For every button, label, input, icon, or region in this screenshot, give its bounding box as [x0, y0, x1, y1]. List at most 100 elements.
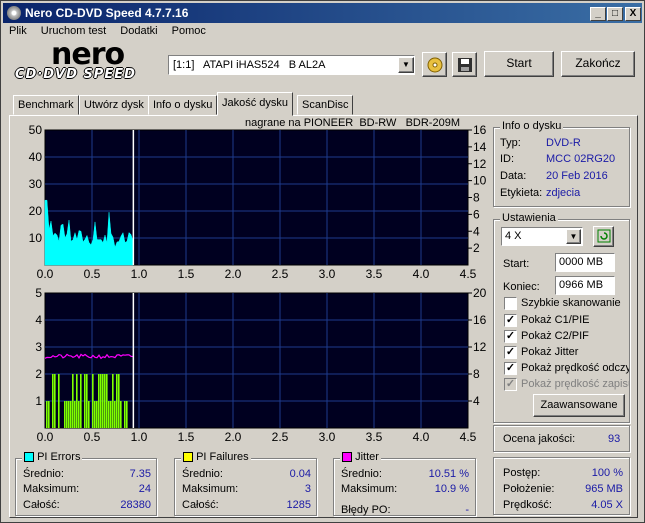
pi-errors-chart: 0.0 0.5 1.0 1.5 2.0 2.5 3.0 3.5 4.0 4.5 10 20 30 40 50…: [29, 123, 487, 281]
title-bar: Nero CD-DVD Speed 4.7.7.16 _ □ X: [3, 3, 642, 23]
tab-benchmark[interactable]: Benchmark: [13, 95, 79, 115]
menu-pomoc[interactable]: Pomoc: [166, 23, 211, 37]
menu-plik[interactable]: Plik: [3, 23, 32, 37]
x-tick-label: 4.5: [460, 267, 477, 281]
chevron-down-icon[interactable]: ▼: [566, 229, 581, 244]
pi-failure-bar: [116, 374, 118, 428]
start-mb-field[interactable]: 0000 MB: [555, 253, 615, 272]
drive-select[interactable]: [1:1] ATAPI iHAS524 B AL2A ▼: [168, 55, 415, 75]
menu-dodatki[interactable]: Dodatki: [114, 23, 162, 37]
x-tick-label: 1.5: [178, 430, 195, 444]
pi-failure-bar: [74, 401, 76, 428]
advanced-button[interactable]: Zaawansowane: [533, 394, 625, 417]
pi-failure-bar: [80, 374, 82, 428]
y-right-tick-label: 4: [473, 224, 480, 238]
progress-label: Postęp:: [503, 467, 541, 479]
y-right-tick-label: 8: [473, 367, 480, 381]
y-left-tick-label: 4: [35, 313, 42, 327]
menu-uruchom-test[interactable]: Uruchom test: [35, 23, 111, 37]
start-mb-label: Start:: [503, 258, 530, 270]
checkbox-label-4: Pokaż prędkość odczytu: [521, 362, 629, 374]
pi-failures-color: [183, 452, 193, 463]
y-right-tick-label: 20: [473, 286, 487, 300]
disc-id-value: MCC 02RG20: [546, 153, 616, 165]
start-button[interactable]: Start: [484, 51, 554, 77]
pi-failure-bar: [70, 401, 72, 428]
tab-jakosc-dysku[interactable]: Jakość dysku: [217, 92, 294, 116]
pi-failure-bar: [94, 401, 96, 428]
checkbox-label-3: Pokaż Jitter: [521, 346, 579, 358]
eject-button[interactable]: [422, 52, 447, 77]
refresh-button[interactable]: [593, 226, 614, 247]
pi-failure-bar: [72, 374, 74, 428]
disc-info-title: Info o dysku: [500, 120, 564, 132]
checkbox-3[interactable]: ✓: [504, 346, 517, 359]
disc-eject-icon: [427, 57, 442, 73]
pi-failure-bar: [58, 374, 60, 428]
pi-errors-total-value: 28380: [120, 499, 151, 511]
chevron-down-icon[interactable]: ▼: [398, 57, 414, 73]
pi-failures-total-label: Całość:: [182, 499, 219, 511]
y-left-tick-label: 5: [35, 286, 42, 300]
pi-failures-total-value: 1285: [286, 499, 311, 511]
pi-failure-bar: [88, 401, 90, 428]
jitter-avg-value: 10.51 %: [428, 468, 469, 480]
x-tick-label: 3.5: [366, 267, 383, 281]
y-left-tick-label: 2: [35, 367, 42, 381]
x-tick-label: 1.0: [131, 267, 148, 281]
disc-label-label: Etykieta:: [500, 187, 543, 199]
speed-select[interactable]: 4 X ▼: [501, 227, 583, 246]
checkbox-2[interactable]: ✓: [504, 330, 517, 343]
y-left-tick-label: 1: [35, 394, 42, 408]
checkbox-4[interactable]: ✓: [504, 362, 517, 375]
disc-date-value: 20 Feb 2016: [546, 170, 608, 182]
maximize-button[interactable]: □: [607, 7, 623, 21]
pi-failure-bar: [48, 401, 50, 428]
pi-failure-bar: [114, 401, 116, 428]
end-button[interactable]: Zakończ: [561, 51, 635, 77]
logo-bottom-text: CD·DVD SPEED: [15, 67, 136, 82]
pi-failure-bar: [100, 374, 102, 428]
checkbox-label-5: Pokaż prędkość zapisu: [521, 378, 629, 390]
y-right-tick-label: 16: [473, 313, 487, 327]
y-right-tick-label: 6: [473, 207, 480, 221]
tab-utworz-dysk[interactable]: Utwórz dysk: [79, 95, 149, 115]
jitter-avg-label: Średnio:: [341, 468, 382, 480]
tab-info-o-dysku[interactable]: Info o dysku: [148, 95, 218, 115]
close-button[interactable]: X: [625, 7, 641, 21]
x-tick-label: 0.0: [37, 267, 54, 281]
pi-failures-title: PI Failures: [196, 451, 249, 463]
pi-failure-bar: [106, 374, 108, 428]
po-errors-label: Błędy PO:: [341, 504, 391, 516]
jitter-legend: Jitter: [340, 451, 381, 463]
window-title: Nero CD-DVD Speed 4.7.7.16: [25, 6, 189, 20]
x-tick-label: 4.0: [413, 267, 430, 281]
disc-type-value: DVD-R: [546, 137, 581, 149]
checkbox-5: ✓: [504, 378, 517, 391]
end-mb-field[interactable]: 0966 MB: [555, 276, 615, 295]
pi-failure-bar: [78, 401, 80, 428]
y-right-tick-label: 12: [473, 340, 487, 354]
checkbox-1[interactable]: ✓: [504, 314, 517, 327]
pi-failures-jitter-chart: 0.0 0.5 1.0 1.5 2.0 2.5 3.0 3.5 4.0 4.51234548121…: [35, 286, 487, 444]
position-label: Położenie:: [503, 483, 555, 495]
end-mb-label: Koniec:: [503, 281, 540, 293]
x-tick-label: 2.0: [225, 430, 242, 444]
pi-failure-bar: [68, 401, 70, 428]
checkbox-0[interactable]: [504, 297, 517, 310]
x-tick-label: 3.5: [366, 430, 383, 444]
pi-failures-max-label: Maksimum:: [182, 483, 239, 495]
minimize-button[interactable]: _: [590, 7, 606, 21]
save-button[interactable]: [452, 52, 477, 77]
checkbox-label-2: Pokaż C2/PIF: [521, 330, 589, 342]
pi-failure-bar: [54, 374, 56, 428]
pi-errors-avg-label: Średnio:: [23, 468, 64, 480]
y-right-tick-label: 4: [473, 394, 480, 408]
pi-failures-max-value: 3: [304, 483, 311, 495]
pi-errors-max-value: 24: [138, 483, 151, 495]
pi-failure-bar: [120, 401, 122, 428]
speed-value: 4.05 X: [591, 499, 623, 511]
pi-failure-bar: [64, 401, 66, 428]
tab-scandisc[interactable]: ScanDisc: [297, 95, 354, 115]
y-left-tick-label: 40: [29, 150, 43, 164]
